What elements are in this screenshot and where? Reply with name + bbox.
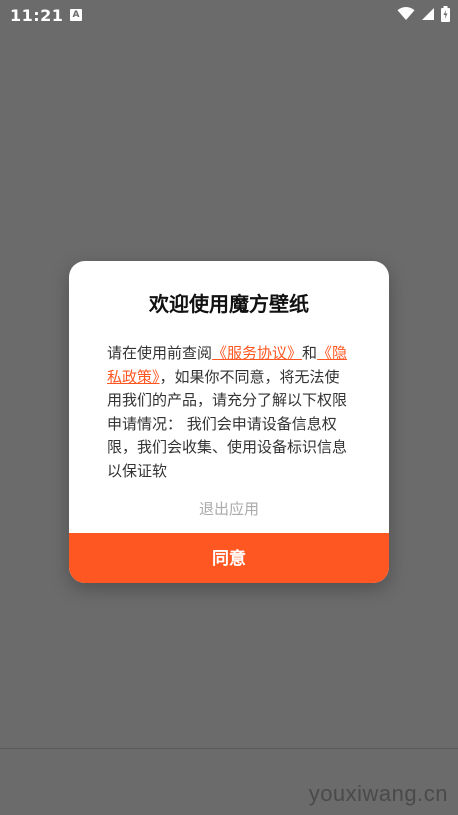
bottom-bar: youxiwang.cn [0,748,458,815]
status-time: 11:21 [10,6,64,25]
status-indicators [397,6,450,22]
privacy-consent-dialog: 欢迎使用魔方壁纸 请在使用前查阅《服务协议》和《隐私政策》，如果你不同意，将无法… [69,261,389,583]
dialog-body: 请在使用前查阅《服务协议》和《隐私政策》，如果你不同意，将无法使用我们的产品，请… [107,342,353,488]
agree-button[interactable]: 同意 [69,533,389,583]
status-bar: 11:21 A [0,0,458,32]
wifi-icon [397,7,415,20]
signal-icon [422,8,434,20]
notification-icon: A [70,9,82,21]
body-text: 和 [302,344,318,362]
watermark: youxiwang.cn [308,781,448,806]
battery-icon [441,6,450,22]
exit-app-button[interactable]: 退出应用 [69,497,389,521]
dialog-title: 欢迎使用魔方壁纸 [149,292,309,316]
body-text: 请在使用前查阅 [107,344,213,362]
service-agreement-link[interactable]: 《服务协议》 [212,344,302,362]
